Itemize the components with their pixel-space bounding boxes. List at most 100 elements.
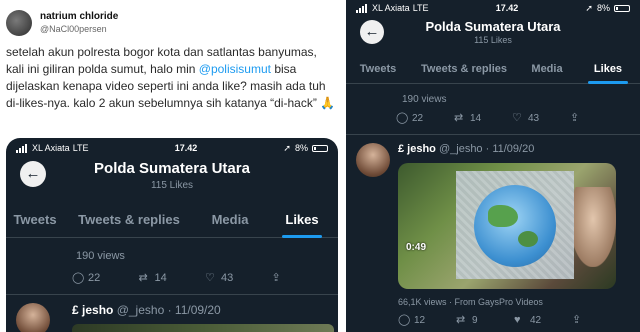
share-icon: ⇪ xyxy=(572,314,582,326)
reply-icon: ◯ xyxy=(398,314,411,326)
tweet-actions: ◯ 22 ⇄ 14 ♡ 43 ⇪ xyxy=(346,112,640,125)
retweet-icon: ⇄ xyxy=(454,112,464,124)
like-count: 43 xyxy=(528,113,540,124)
reply-count: 22 xyxy=(412,113,424,124)
post-actions: ◯ 12 ⇄ 9 ♥ 42 ⇪ xyxy=(398,314,640,327)
like-button[interactable]: ♡ 43 xyxy=(205,272,272,284)
carrier-name: XL Axiata xyxy=(32,143,70,153)
like-icon: ♡ xyxy=(512,112,522,124)
author-display-name[interactable]: natrium chloride xyxy=(40,11,118,23)
share-button[interactable]: ⇪ xyxy=(272,272,339,284)
profile-tabs: Tweets Tweets & replies Media Likes xyxy=(346,56,640,84)
post-meta: @_jesho · 11/09/20 xyxy=(438,143,535,155)
status-time: 17.42 xyxy=(495,3,519,13)
signal-icon xyxy=(356,3,367,13)
like-button[interactable]: ♥ 42 xyxy=(514,314,572,327)
mention-link[interactable]: @polisisumut xyxy=(199,62,271,76)
retweet-button[interactable]: ⇄ 14 xyxy=(139,272,206,284)
screenshot-left: XL Axiata LTE 17.42 ➚ 8% ← Polda Sumater… xyxy=(6,138,338,332)
signal-icon xyxy=(16,143,27,153)
profile-likes-count: 115 Likes xyxy=(150,180,194,191)
divider xyxy=(6,294,338,295)
status-bar: XL Axiata LTE 17.42 ➚ 8% xyxy=(6,138,338,156)
reply-button[interactable]: ◯ 22 xyxy=(72,272,139,284)
tweet-actions: ◯ 22 ⇄ 14 ♡ 43 ⇪ xyxy=(6,272,338,284)
tab-media[interactable]: Media xyxy=(518,56,576,83)
post-author-name[interactable]: £ jesho xyxy=(398,143,436,155)
tab-tweets[interactable]: Tweets xyxy=(6,204,64,237)
like-count: 43 xyxy=(221,272,234,284)
profile-likes-count: 115 Likes xyxy=(474,35,512,45)
carrier-name: XL Axiata xyxy=(372,3,410,13)
retweet-button[interactable]: ⇄ 9 xyxy=(456,314,514,327)
tab-likes[interactable]: Likes xyxy=(576,56,640,83)
retweet-count: 9 xyxy=(472,315,478,326)
profile-name: Polda Sumatera Utara xyxy=(94,160,250,177)
battery-icon xyxy=(311,144,328,152)
like-icon: ♡ xyxy=(205,271,215,284)
network-type: LTE xyxy=(412,3,429,13)
profile-header: ← Polda Sumatera Utara 115 Likes xyxy=(346,16,640,56)
retweet-count: 14 xyxy=(470,113,482,124)
post-avatar[interactable] xyxy=(16,303,50,332)
tweet-card: natrium chloride @NaCl00persen setelah a… xyxy=(0,0,342,332)
post-meta: @_jesho · 11/09/20 xyxy=(116,303,221,317)
battery-percent: 8% xyxy=(596,3,610,13)
video-thumbnail[interactable]: 0:49 xyxy=(398,163,616,289)
status-right: ➚ 8% xyxy=(283,143,328,154)
author-handle[interactable]: @NaCl00persen xyxy=(40,23,118,35)
carrier-info: XL Axiata LTE xyxy=(16,143,89,153)
author-names: natrium chloride @NaCl00persen xyxy=(40,11,118,35)
status-right: ➚ 8% xyxy=(585,3,630,14)
like-button[interactable]: ♡ 43 xyxy=(512,112,570,125)
battery-icon xyxy=(613,4,630,12)
reply-button[interactable]: ◯ 22 xyxy=(396,112,454,125)
like-count: 42 xyxy=(530,315,542,326)
share-button[interactable]: ⇪ xyxy=(572,315,630,326)
post-avatar[interactable] xyxy=(356,143,390,177)
video-thumbnail-partial[interactable] xyxy=(72,324,334,332)
reply-button[interactable]: ◯ 12 xyxy=(398,314,456,327)
like-icon: ♥ xyxy=(514,314,521,326)
reply-icon: ◯ xyxy=(396,112,409,124)
divider xyxy=(346,134,640,135)
retweet-icon: ⇄ xyxy=(456,314,466,326)
profile-name: Polda Sumatera Utara xyxy=(425,19,561,34)
tab-media[interactable]: Media xyxy=(194,204,266,237)
author-avatar[interactable] xyxy=(6,10,32,36)
network-type: LTE xyxy=(72,143,89,153)
share-icon: ⇪ xyxy=(271,271,281,284)
retweet-count: 14 xyxy=(154,272,167,284)
video-duration: 0:49 xyxy=(406,242,427,253)
views-count: 190 views xyxy=(76,250,125,262)
video-person-image xyxy=(570,187,616,267)
screenshot-right: XL Axiata LTE 17.42 ➚ 8% ← Polda Sumater… xyxy=(346,0,640,332)
post-header: £ jesho @_jesho · 11/09/20 xyxy=(398,143,640,155)
tab-tweets[interactable]: Tweets xyxy=(346,56,410,83)
tab-tweets-replies[interactable]: Tweets & replies xyxy=(64,204,194,237)
retweet-icon: ⇄ xyxy=(138,271,148,284)
tweet-text: setelah akun polresta bogor kota dan sat… xyxy=(6,44,336,112)
reply-icon: ◯ xyxy=(72,271,85,284)
post-author-name[interactable]: £ jesho xyxy=(72,303,113,317)
globe-icon xyxy=(474,185,556,267)
status-bar: XL Axiata LTE 17.42 ➚ 8% xyxy=(346,0,640,16)
share-button[interactable]: ⇪ xyxy=(570,113,628,124)
tab-likes[interactable]: Likes xyxy=(266,204,338,237)
retweet-button[interactable]: ⇄ 14 xyxy=(454,112,512,125)
reply-count: 12 xyxy=(414,315,426,326)
pin-icon: ➚ xyxy=(585,2,593,13)
carrier-info: XL Axiata LTE xyxy=(356,3,429,13)
tweet-header: natrium chloride @NaCl00persen xyxy=(6,10,118,36)
tab-tweets-replies[interactable]: Tweets & replies xyxy=(410,56,518,83)
post-header: £ jesho @_jesho · 11/09/20 xyxy=(72,303,338,317)
status-time: 17.42 xyxy=(174,143,198,153)
liked-post[interactable]: £ jesho @_jesho · 11/09/20 xyxy=(6,303,338,332)
views-count: 190 views xyxy=(402,94,447,105)
pin-icon: ➚ xyxy=(283,142,291,153)
battery-percent: 8% xyxy=(294,143,308,153)
share-icon: ⇪ xyxy=(570,112,580,124)
video-meta: 66,1K views · From GaysPro Videos xyxy=(398,297,543,307)
liked-post[interactable]: £ jesho @_jesho · 11/09/20 0:49 66,1K vi… xyxy=(346,143,640,326)
reply-count: 22 xyxy=(88,272,101,284)
